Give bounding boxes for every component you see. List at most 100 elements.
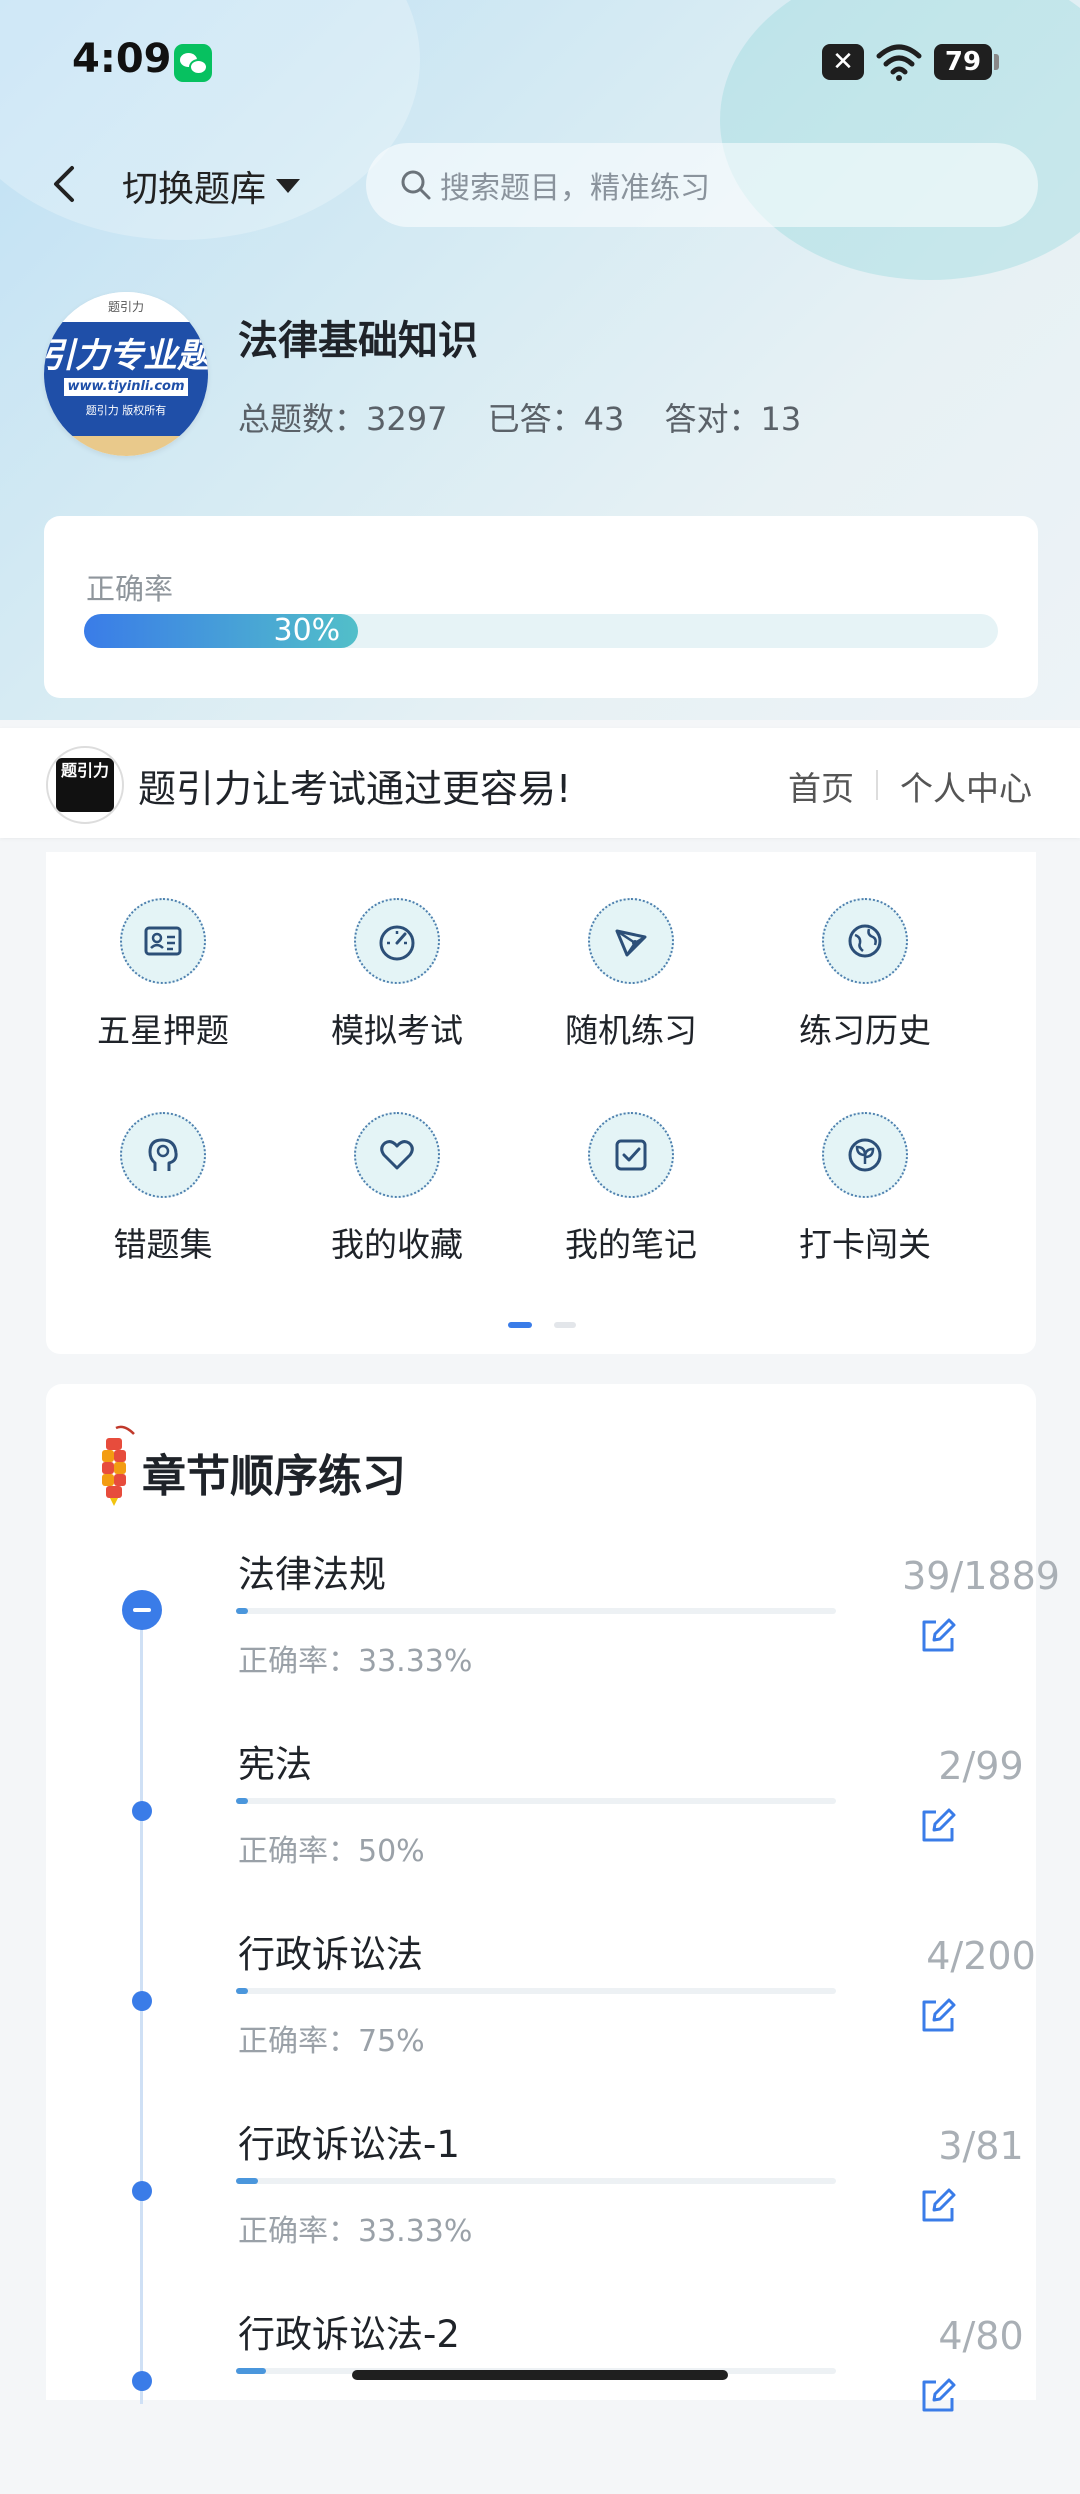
chapter-count: 2/99 (938, 1744, 1024, 1788)
edit-icon[interactable] (916, 1804, 960, 1848)
status-time: 4:09 (72, 36, 172, 82)
chapter-name: 行政诉讼法-1 (238, 2123, 460, 2166)
accuracy-value: 30% (273, 613, 341, 648)
accuracy-progress-track: 30% (84, 614, 998, 648)
promo-bar: 题引力 题引力让考试通过更容易! 首页 个人中心 (0, 728, 1080, 838)
promo-divider (876, 770, 878, 800)
chapter-progress-track (236, 1988, 836, 1994)
feature-wrong-questions[interactable]: 错题集 (46, 1066, 280, 1264)
chapter-progress-fill (236, 1608, 249, 1614)
note-icon (588, 1112, 674, 1198)
heart-icon (354, 1112, 440, 1198)
edit-icon[interactable] (916, 1994, 960, 2038)
timeline-dot (132, 2181, 152, 2201)
chapter-item[interactable]: 行政诉讼法-2 4/80 (46, 2304, 1036, 2494)
wifi-icon (876, 44, 922, 81)
chapter-progress-track (236, 1608, 836, 1614)
bank-logo-main-text: 引力专业题 (44, 336, 208, 376)
bank-title: 法律基础知识 (238, 318, 478, 364)
feature-checkin[interactable]: 打卡闯关 (748, 1066, 982, 1264)
switch-bank-dropdown[interactable]: 切换题库 (122, 160, 301, 212)
feature-label: 练习历史 (799, 1011, 931, 1050)
timeline-dot (132, 1801, 152, 1821)
stat-correct: 答对：13 (664, 400, 802, 438)
chapter-item[interactable]: 行政诉讼法-1 正确率：33.33% 3/81 (46, 2114, 1036, 2304)
accuracy-progress-fill: 30% (84, 613, 359, 648)
battery-tip (994, 54, 999, 70)
promo-slogan: 题引力让考试通过更容易! (138, 767, 572, 811)
bank-logo-stripe (44, 436, 208, 456)
bank-logo-url: www.tiyinli.com (64, 378, 188, 396)
no-sim-icon: ✕ (822, 44, 864, 80)
chapter-item[interactable]: 法律法规正确率：33.33% 39/1889 (46, 1544, 1060, 1734)
wechat-notification-icon (174, 44, 212, 82)
timeline-dot (132, 2371, 152, 2391)
feature-label: 随机练习 (565, 1011, 697, 1050)
switch-bank-label: 切换题库 (122, 169, 267, 210)
globe-icon (822, 898, 908, 984)
bank-stats: 总题数：3297 已答：43 答对：13 (238, 394, 831, 440)
bank-logo-copyright: 题引力 版权所有 (85, 404, 167, 417)
chapter-progress-track (236, 1798, 836, 1804)
chapter-item[interactable]: 行政诉讼法 正确率：75% 4/200 (46, 1924, 1036, 2114)
shuffle-icon (588, 898, 674, 984)
feature-random-practice[interactable]: 随机练习 (514, 852, 748, 1050)
feature-label: 模拟考试 (331, 1011, 463, 1050)
chapter-practice-card: 章节顺序练习 法律法规正确率：33.33% 39/1889 宪法正确率：50% 2/9… (46, 1384, 1060, 2412)
chapter-accuracy: 正确率：33.33% (238, 1644, 473, 1679)
page-dot-active[interactable] (508, 1322, 532, 1328)
bank-logo: 题引力 引力专业题 www.tiyinli.com 题引力 版权所有 (44, 292, 208, 456)
feature-mock-exam[interactable]: 模拟考试 (280, 852, 514, 1050)
chapter-progress-track (236, 2178, 836, 2184)
battery-level: 79 (934, 44, 992, 80)
chapter-progress-fill (236, 2178, 259, 2184)
home-indicator[interactable] (352, 2370, 728, 2380)
chapter-section-title: 章节顺序练习 (142, 1451, 406, 1502)
chapter-name: 行政诉讼法 (238, 1933, 423, 1976)
chapter-progress-fill (236, 1988, 248, 1994)
edit-icon[interactable] (916, 2374, 960, 2418)
feature-favorites[interactable]: 我的收藏 (280, 1066, 514, 1264)
brand-logo: 题引力 (46, 746, 124, 824)
personal-center-link[interactable]: 个人中心 (900, 762, 1032, 810)
search-input[interactable]: 搜索题目，精准练习 (366, 143, 1038, 227)
back-button[interactable] (40, 158, 88, 210)
feature-label: 打卡闯关 (799, 1225, 931, 1264)
edit-icon[interactable] (916, 2184, 960, 2228)
brand-logo-mark: 题引力 (56, 758, 114, 812)
chapter-accuracy: 正确率：33.33% (238, 2214, 473, 2249)
feature-label: 五星押题 (97, 1011, 229, 1050)
gauge-icon (354, 898, 440, 984)
edit-icon[interactable] (916, 1614, 960, 1658)
chapter-item[interactable]: 宪法正确率：50% 2/99 (46, 1734, 1036, 1924)
chapter-count: 4/200 (926, 1934, 1036, 1978)
chapter-progress-fill (236, 2368, 266, 2374)
timeline-dot (132, 1991, 152, 2011)
head-icon (120, 1112, 206, 1198)
leaf-badge-icon (822, 1112, 908, 1198)
chapter-progress-fill (236, 1798, 249, 1804)
chapter-count: 39/1889 (902, 1554, 1060, 1598)
stat-total: 总题数：3297 (238, 400, 448, 438)
feature-grid: 五星押题 模拟考试 随机练习 练习历史 错题集 我的收藏 我的笔记 打卡闯关 (46, 852, 1036, 1354)
chapter-count: 3/81 (938, 2124, 1024, 2168)
chapter-name: 法律法规 (238, 1553, 386, 1596)
feature-notes[interactable]: 我的笔记 (514, 1066, 748, 1264)
collapse-icon[interactable] (122, 1590, 162, 1630)
search-placeholder: 搜索题目，精准练习 (440, 171, 710, 206)
status-bar: 4:09 ✕ 79 (0, 0, 1080, 120)
home-link[interactable]: 首页 (788, 762, 854, 810)
feature-label: 我的笔记 (565, 1225, 697, 1264)
accuracy-card: 正确率 30% (44, 516, 1038, 698)
page-dot[interactable] (554, 1322, 576, 1328)
id-card-icon (120, 898, 206, 984)
caret-down-icon (276, 179, 301, 193)
feature-label: 错题集 (113, 1225, 213, 1264)
chapter-name: 宪法 (238, 1743, 312, 1786)
firecracker-icon (102, 1425, 135, 1506)
chapter-accuracy: 正确率：50% (238, 1834, 425, 1869)
feature-history[interactable]: 练习历史 (748, 852, 982, 1050)
feature-five-star[interactable]: 五星押题 (46, 852, 280, 1050)
accuracy-label: 正确率 (86, 572, 174, 606)
chapter-count: 4/80 (938, 2314, 1024, 2358)
